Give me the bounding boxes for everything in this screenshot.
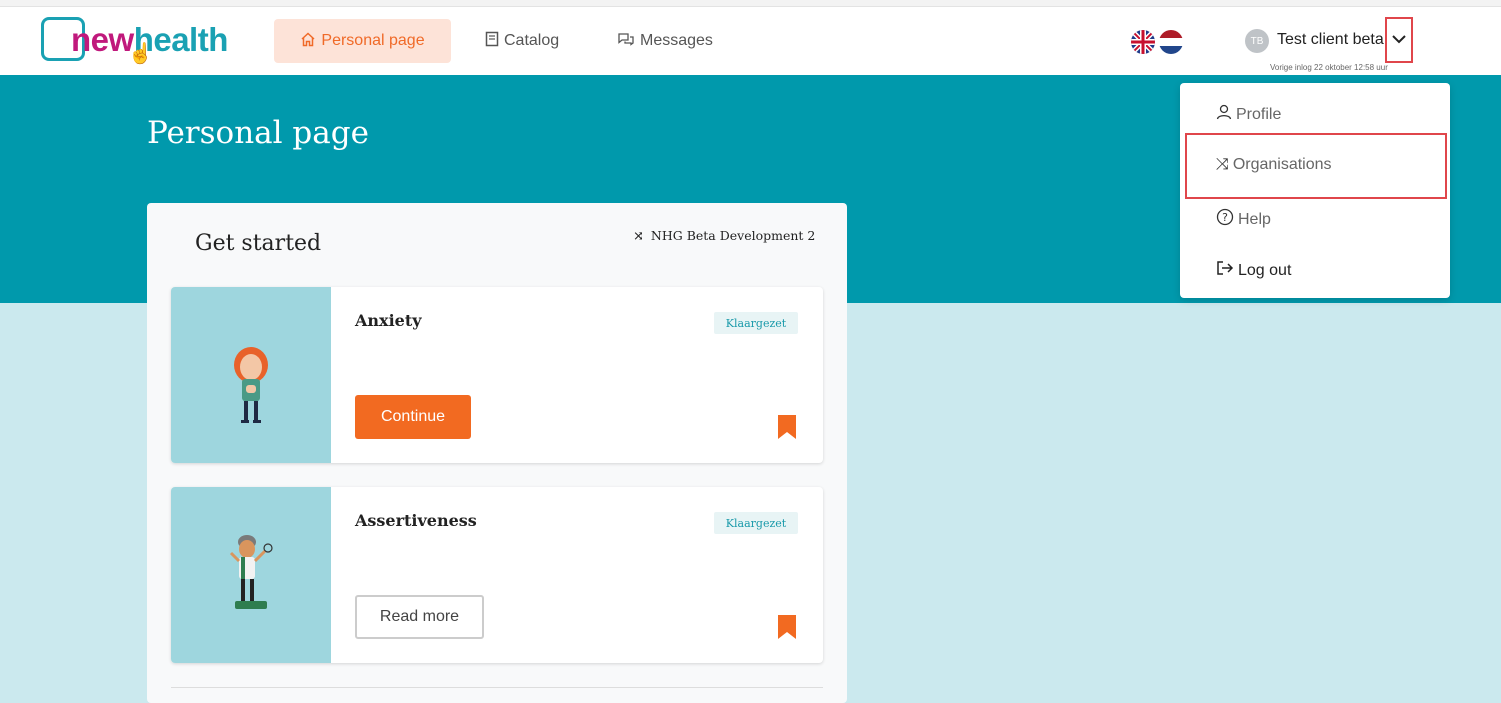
menu-item-label: Log out bbox=[1238, 261, 1292, 279]
menu-item-profile[interactable]: Profile bbox=[1216, 104, 1281, 125]
shuffle-icon: ⤨ bbox=[633, 229, 644, 244]
menu-item-label: Help bbox=[1238, 210, 1271, 228]
nav-catalog[interactable]: Catalog bbox=[485, 19, 559, 63]
chevron-down-icon bbox=[1392, 31, 1406, 49]
logout-icon bbox=[1216, 260, 1234, 281]
nav-personal-page[interactable]: Personal page bbox=[274, 19, 451, 63]
newhealth-logo[interactable]: newhealth ☝ bbox=[41, 17, 241, 67]
card-title: Anxiety bbox=[355, 311, 422, 330]
assertiveness-illustration bbox=[171, 487, 331, 663]
avatar[interactable]: TB bbox=[1245, 29, 1269, 53]
nav-catalog-label: Catalog bbox=[504, 32, 560, 49]
program-card-assertiveness[interactable]: Assertiveness Klaargezet Read more bbox=[171, 487, 823, 663]
last-login-text: Vorige inlog 22 oktober 12:58 uur bbox=[1270, 63, 1388, 72]
user-name[interactable]: Test client beta bbox=[1277, 31, 1384, 49]
menu-item-logout[interactable]: Log out bbox=[1216, 260, 1291, 281]
nav-personal-page-label: Personal page bbox=[321, 32, 425, 49]
organisation-name: NHG Beta Development 2 bbox=[650, 228, 816, 243]
user-dropdown-menu: Profile ⤨ Organisations ? Help Log out bbox=[1180, 83, 1450, 298]
top-header: newhealth ☝ Personal page Catalog Messag… bbox=[0, 7, 1501, 75]
menu-item-help[interactable]: ? Help bbox=[1216, 208, 1271, 231]
uk-flag-icon[interactable] bbox=[1131, 30, 1155, 54]
menu-item-label: Profile bbox=[1236, 105, 1282, 123]
browser-top-strip bbox=[0, 0, 1501, 7]
svg-text:?: ? bbox=[1222, 211, 1228, 224]
book-icon bbox=[485, 31, 499, 51]
hand-cursor-icon: ☝ bbox=[128, 43, 153, 65]
nav-messages-label: Messages bbox=[640, 32, 713, 49]
nl-flag-icon[interactable] bbox=[1159, 30, 1183, 54]
get-started-panel: Get started ⤨ NHG Beta Development 2 Anx… bbox=[147, 203, 847, 703]
continue-button[interactable]: Continue bbox=[355, 395, 471, 439]
user-menu-toggle-button[interactable] bbox=[1385, 17, 1413, 63]
status-badge: Klaargezet bbox=[714, 512, 798, 534]
bookmark-icon[interactable] bbox=[778, 415, 796, 439]
help-circle-icon: ? bbox=[1216, 208, 1234, 231]
logo-text-new: new bbox=[71, 21, 134, 58]
page-title: Personal page bbox=[147, 115, 369, 151]
user-icon bbox=[1216, 104, 1232, 125]
read-more-button[interactable]: Read more bbox=[355, 595, 484, 639]
menu-item-organisations[interactable]: ⤨ Organisations bbox=[1216, 156, 1332, 174]
shuffle-icon: ⤨ bbox=[1216, 156, 1229, 173]
card-title: Assertiveness bbox=[355, 511, 477, 530]
anxiety-illustration bbox=[171, 287, 331, 463]
menu-item-label: Organisations bbox=[1232, 156, 1332, 173]
home-icon bbox=[300, 31, 316, 51]
divider bbox=[171, 687, 823, 688]
chat-bubbles-icon bbox=[617, 32, 635, 51]
panel-title: Get started bbox=[195, 231, 322, 256]
bookmark-icon[interactable] bbox=[778, 615, 796, 639]
nav-messages[interactable]: Messages bbox=[617, 19, 713, 63]
program-card-anxiety[interactable]: Anxiety Klaargezet Continue bbox=[171, 287, 823, 463]
organisation-label[interactable]: ⤨ NHG Beta Development 2 bbox=[633, 228, 815, 244]
status-badge: Klaargezet bbox=[714, 312, 798, 334]
